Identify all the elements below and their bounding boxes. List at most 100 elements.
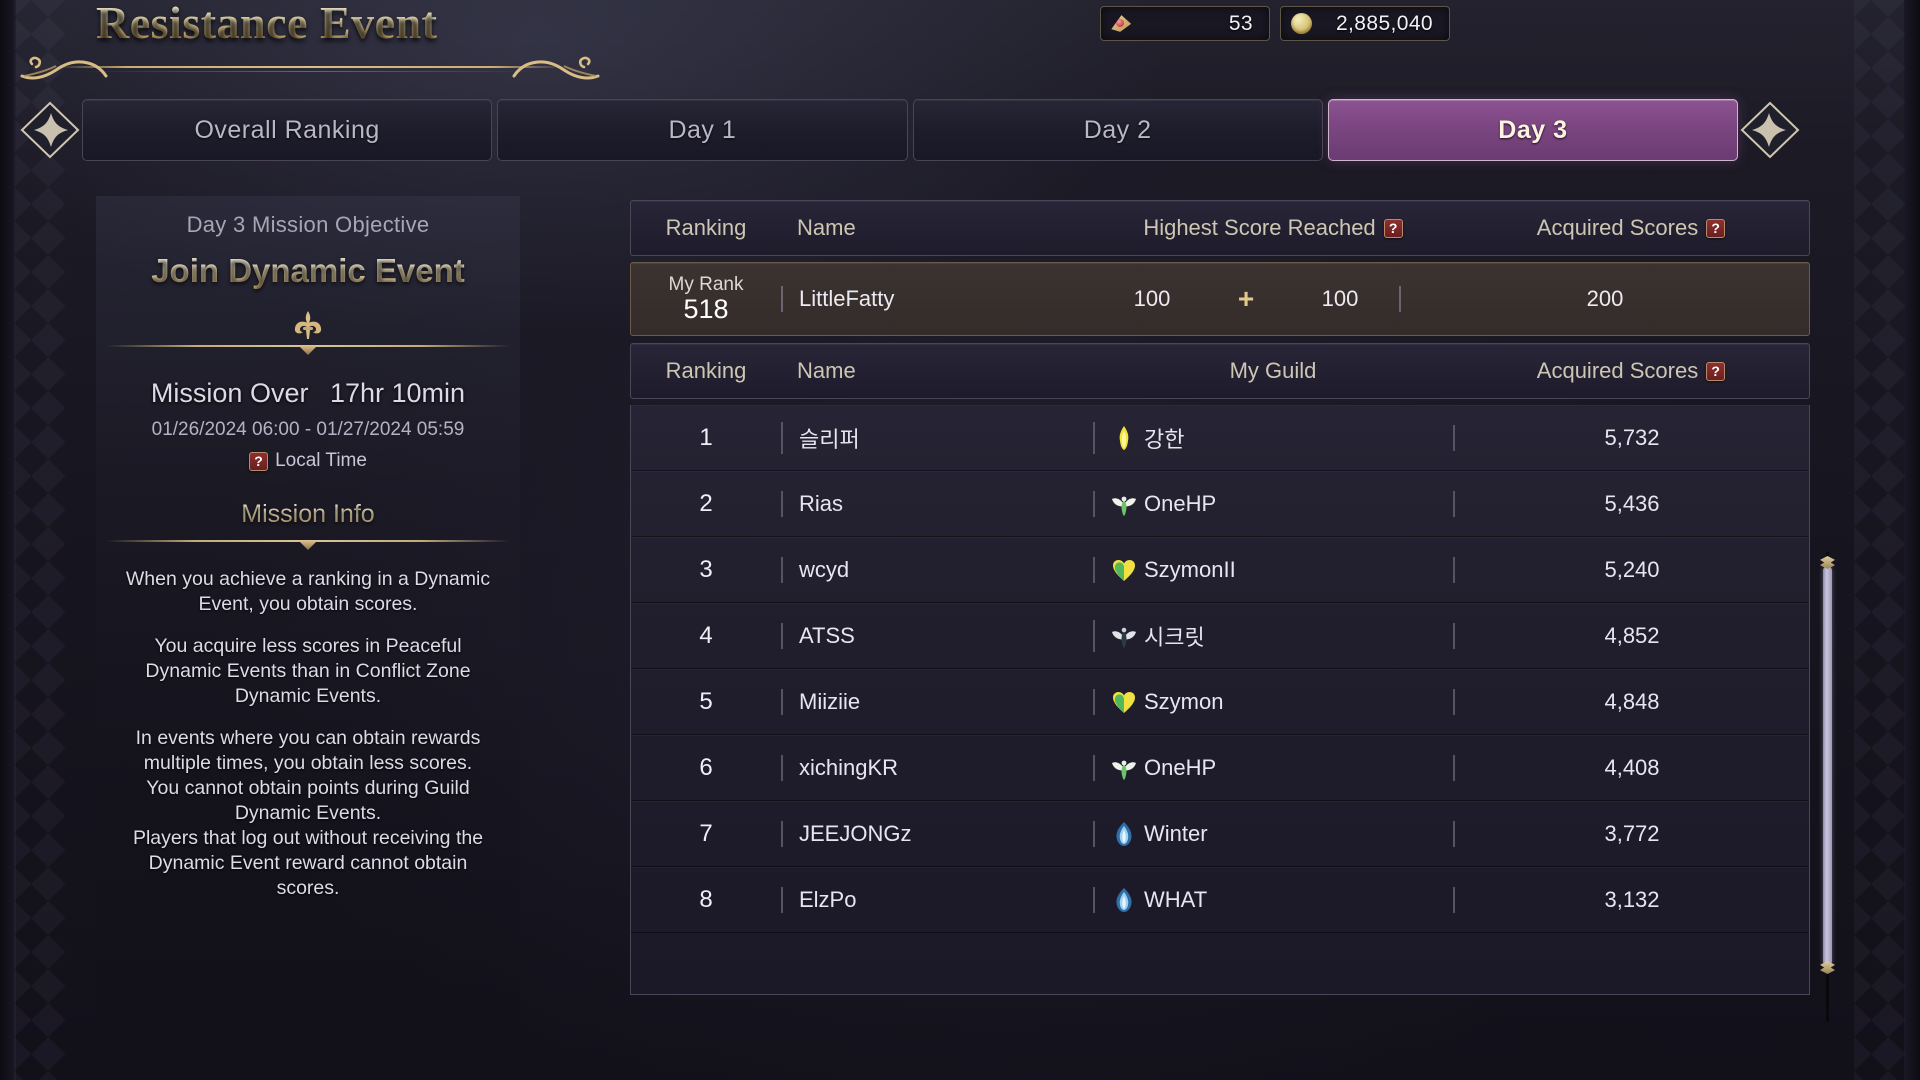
tab-day-1[interactable]: Day 1 xyxy=(497,99,908,161)
page-header: Resistance Event 53 2,885,040 xyxy=(0,0,1920,86)
table-row[interactable]: 1 슬리퍼 강한 5,732 xyxy=(631,405,1809,471)
row-guild-name: Szymon xyxy=(1144,688,1224,714)
mission-date-range: 01/26/2024 06:00 - 01/27/2024 05:59 xyxy=(151,419,465,440)
my-rank-value: 518 xyxy=(683,293,729,324)
tab-overall-ranking[interactable]: Overall Ranking xyxy=(82,99,493,161)
table-row[interactable]: 3 wcyd SzymonII 5,240 xyxy=(631,537,1809,603)
row-player-name: ATSS xyxy=(781,622,1093,649)
my-rank-acquired: 200 xyxy=(1399,286,1809,312)
fleur-de-lis-icon xyxy=(96,310,520,340)
row-player-name: 슬리퍼 xyxy=(781,421,1093,454)
ranking-rows: 1 슬리퍼 강한 5,732 2 Rias OneHP 5,436 3 wcyd SzymonII 5… xyxy=(630,405,1810,995)
objective-title: Join Dynamic Event xyxy=(96,252,520,290)
info-paragraph: You acquire less scores in Peaceful Dyna… xyxy=(145,635,471,707)
mission-time-remaining: 17hr 10min xyxy=(329,378,466,408)
local-time-label: Local Time xyxy=(275,450,367,471)
row-guild: OneHP xyxy=(1093,490,1453,517)
plus-icon: + xyxy=(1237,283,1255,314)
row-acquired-score: 4,848 xyxy=(1453,688,1809,715)
row-guild-name: Winter xyxy=(1144,820,1208,846)
panel-divider xyxy=(96,342,520,355)
tab-day-2[interactable]: Day 2 xyxy=(912,99,1323,161)
row-acquired-score: 5,732 xyxy=(1453,424,1809,451)
ornament-flourish-left-icon xyxy=(18,54,110,82)
my-rank-row[interactable]: My Rank 518 LittleFatty 100 + 100 200 xyxy=(630,262,1810,336)
local-time-help-icon[interactable]: ? xyxy=(249,451,269,471)
mission-status-row: Mission Over 17hr 10min xyxy=(96,378,520,409)
ranking-scrollbar[interactable] xyxy=(1820,552,1835,1022)
my-rank-highest-a: 100 xyxy=(1133,286,1171,311)
table-row[interactable]: 4 ATSS 시크릿 4,852 xyxy=(631,603,1809,669)
objective-label: Day 3 Mission Objective xyxy=(186,212,430,237)
scrollbar-thumb[interactable] xyxy=(1823,566,1832,966)
guild-header-my-guild: My Guild xyxy=(1229,358,1317,383)
acquired-scores-help-icon[interactable]: ? xyxy=(1706,218,1726,238)
guild-acquired-help-icon[interactable]: ? xyxy=(1706,361,1726,381)
row-rank: 2 xyxy=(699,489,713,517)
tab-bar: Overall Ranking Day 1 Day 2 Day 3 xyxy=(20,96,1800,164)
guild-header-ranking: Ranking xyxy=(665,358,747,383)
table-row[interactable]: 5 Miiziie Szymon 4,848 xyxy=(631,669,1809,735)
blue-flame-emblem xyxy=(1111,821,1137,847)
currency-bar: 53 2,885,040 xyxy=(1100,6,1450,41)
my-rank-name: LittleFatty xyxy=(781,286,1093,312)
coin-value: 2,885,040 xyxy=(1335,11,1433,35)
wings-white-emblem xyxy=(1111,491,1137,517)
row-guild-name: OneHP xyxy=(1144,490,1217,516)
guild-header-acquired-scores: Acquired Scores ? xyxy=(1453,358,1809,384)
header-name: Name xyxy=(797,215,856,240)
row-guild: OneHP xyxy=(1093,754,1453,781)
ranking-panel: Ranking Name Highest Score Reached ? Acq… xyxy=(630,200,1835,1022)
local-time-row: ? Local Time xyxy=(96,450,520,472)
ornament-flourish-right-icon xyxy=(510,54,602,82)
row-player-name: wcyd xyxy=(781,556,1093,583)
mission-panel: Day 3 Mission Objective Join Dynamic Eve… xyxy=(96,196,520,1066)
row-acquired-score: 3,772 xyxy=(1453,820,1809,847)
row-acquired-score: 5,436 xyxy=(1453,490,1809,517)
table-row[interactable]: 2 Rias OneHP 5,436 xyxy=(631,471,1809,537)
gem-icon xyxy=(1105,9,1137,38)
flame-yellow-emblem xyxy=(1111,425,1137,451)
personal-table-header: Ranking Name Highest Score Reached ? Acq… xyxy=(630,200,1810,256)
row-guild-name: 강한 xyxy=(1144,426,1185,452)
app-root: Resistance Event 53 2,885,040 Overall Ra… xyxy=(0,0,1920,1080)
currency-gem-chip[interactable]: 53 xyxy=(1100,6,1270,41)
coin-icon xyxy=(1285,9,1317,38)
guild-header-name: Name xyxy=(797,358,856,383)
row-player-name: Rias xyxy=(781,490,1093,517)
prev-arrow-icon[interactable] xyxy=(20,99,82,161)
mission-status: Mission Over xyxy=(150,378,309,408)
gem-value: 53 xyxy=(1228,11,1253,35)
info-paragraph: In events where you can obtain rewards m… xyxy=(132,727,484,899)
header-highest-score: Highest Score Reached ? xyxy=(1093,215,1453,241)
row-guild-name: 시크릿 xyxy=(1144,624,1205,650)
currency-coin-chip[interactable]: 2,885,040 xyxy=(1280,6,1450,41)
tab-day-3[interactable]: Day 3 xyxy=(1327,99,1738,161)
row-guild-name: SzymonII xyxy=(1144,556,1236,582)
header-acquired-scores: Acquired Scores ? xyxy=(1453,215,1809,241)
table-row[interactable]: 6 xichingKR OneHP 4,408 xyxy=(631,735,1809,801)
page-title: Resistance Event xyxy=(96,0,437,49)
table-row[interactable]: 8 ElzPo WHAT 3,132 xyxy=(631,867,1809,933)
wings-dark-emblem xyxy=(1111,623,1137,649)
header-ornament xyxy=(10,52,610,86)
next-arrow-icon[interactable] xyxy=(1738,99,1800,161)
row-rank: 6 xyxy=(699,753,713,781)
row-guild-name: OneHP xyxy=(1144,754,1217,780)
heart-leaf-emblem xyxy=(1111,557,1137,583)
row-player-name: JEEJONGz xyxy=(781,820,1093,847)
heart-leaf-emblem xyxy=(1111,689,1137,715)
row-player-name: xichingKR xyxy=(781,754,1093,781)
row-acquired-score: 4,852 xyxy=(1453,622,1809,649)
row-rank: 5 xyxy=(699,687,713,715)
panel-divider-2 xyxy=(96,537,520,550)
row-guild: Winter xyxy=(1093,820,1453,847)
wings-white-emblem xyxy=(1111,755,1137,781)
blue-flame-emblem xyxy=(1111,887,1137,913)
row-guild: SzymonII xyxy=(1093,556,1453,583)
row-acquired-score: 3,132 xyxy=(1453,886,1809,913)
table-row[interactable]: 7 JEEJONGz Winter 3,772 xyxy=(631,801,1809,867)
tab-list: Overall Ranking Day 1 Day 2 Day 3 xyxy=(82,99,1738,161)
ornament-line xyxy=(56,66,564,68)
highest-score-help-icon[interactable]: ? xyxy=(1383,218,1403,238)
